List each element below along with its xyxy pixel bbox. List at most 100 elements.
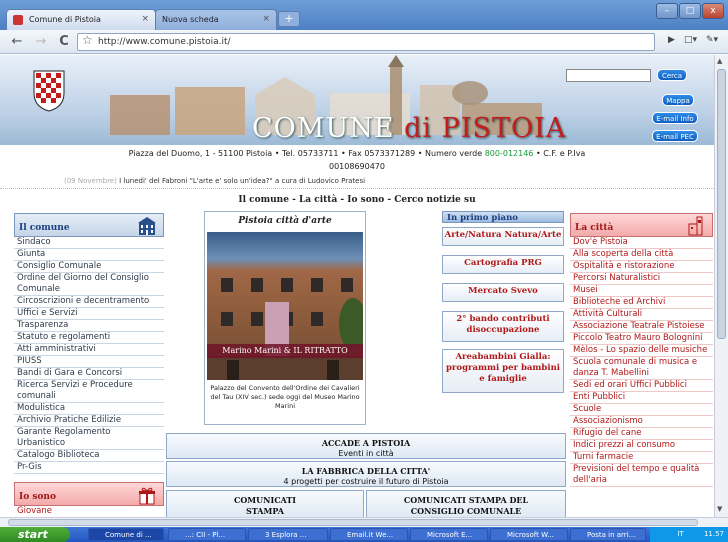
address-text: Piazza del Duomo, 1 - 51100 Pistoia • Te… <box>128 149 485 158</box>
minimize-button[interactable]: – <box>656 3 678 19</box>
bookmark-star-icon[interactable]: ☆ <box>82 33 93 47</box>
search-button[interactable]: Cerca <box>657 69 687 81</box>
sidebar-item-piccolo-teatro[interactable]: Piccolo Teatro Mauro Bolognini <box>570 333 713 345</box>
sidebar-item-archivio-pratiche[interactable]: Archivio Pratiche Edilizie <box>14 415 164 427</box>
numero-verde: 800-012146 <box>484 149 534 158</box>
windows-taskbar: start Comune di ... ...: CII - Pl... 3 E… <box>0 527 728 542</box>
page-options-icon[interactable]: □▾ <box>684 35 697 45</box>
taskbar-item-cii[interactable]: ...: CII - Pl... <box>168 528 246 541</box>
sidebar-item-turni-farmacie[interactable]: Turni farmacie <box>570 452 713 464</box>
primo-piano-header: In primo piano <box>442 211 564 223</box>
close-icon[interactable]: × <box>262 14 270 24</box>
hscroll-thumb[interactable] <box>8 519 698 526</box>
accade-a-pistoia-box[interactable]: ACCADE A PISTOIA Eventi in città <box>166 433 566 459</box>
sidebar-item-scoperta[interactable]: Alla scoperta della città <box>570 249 713 261</box>
feature-box[interactable]: Pistoia città d'arte Marino Marini & IL … <box>204 211 366 425</box>
city-crest-icon <box>33 70 65 112</box>
address-info: Piazza del Duomo, 1 - 51100 Pistoia • Te… <box>0 145 714 175</box>
scroll-up-icon[interactable]: ▲ <box>717 57 726 65</box>
sidebar-item-attivita-culturali[interactable]: Attività Culturali <box>570 309 713 321</box>
pp-mercato-svevo-button[interactable]: Mercato Svevo <box>442 283 564 302</box>
sidebar-item-enti-pubblici[interactable]: Enti Pubblici <box>570 392 713 404</box>
email-info-button[interactable]: E-mail Info <box>652 112 698 124</box>
sidebar-item-sindaco[interactable]: Sindaco <box>14 237 164 249</box>
close-window-button[interactable]: x <box>702 3 724 19</box>
tab-nuova-scheda[interactable]: Nuova scheda × <box>155 9 277 30</box>
email-pec-button[interactable]: E-mail PEC <box>652 130 698 142</box>
site-title-comune: COMUNE <box>252 113 395 144</box>
sidebar-item-pr-gis[interactable]: Pr-Gis <box>14 462 164 474</box>
taskbar-item-comune[interactable]: Comune di ... <box>88 528 164 541</box>
sidebar-item-sedi-orari[interactable]: Sedi ed orari Uffici Pubblici <box>570 380 713 392</box>
fabbrica-subtitle: 4 progetti per costruire il futuro di Pi… <box>283 477 449 486</box>
sidebar-item-musei[interactable]: Musei <box>570 285 713 297</box>
sidebar-item-statuto[interactable]: Statuto e regolamenti <box>14 332 164 344</box>
reload-icon[interactable]: C <box>55 34 73 50</box>
feature-title: Pistoia città d'arte <box>238 216 332 226</box>
sidebar-item-modulistica[interactable]: Modulistica <box>14 403 164 415</box>
sidebar-item-ordine-del-giorno[interactable]: Ordine del Giorno del Consiglio Comunale <box>14 273 164 296</box>
taskbar-item-esplora[interactable]: 3 Esplora ... <box>248 528 328 541</box>
horizontal-scrollbar[interactable] <box>0 517 728 527</box>
museum-photo[interactable]: Marino Marini & IL RITRATTO <box>207 232 363 380</box>
sidebar-item-garante[interactable]: Garante Regolamento Urbanistico <box>14 427 164 450</box>
sidebar-item-melos[interactable]: Mèlos - Lo spazio delle musiche <box>570 345 713 357</box>
sidebar-item-percorsi[interactable]: Percorsi Naturalistici <box>570 273 713 285</box>
vertical-scrollbar[interactable]: ▲ ▼ <box>714 55 728 517</box>
language-indicator[interactable]: IT <box>677 530 683 538</box>
taskbar-item-email[interactable]: Email.it We... <box>330 528 408 541</box>
sidebar-item-scuole[interactable]: Scuole <box>570 404 713 416</box>
mappa-button[interactable]: Mappa <box>662 94 694 106</box>
sidebar-item-associazionismo[interactable]: Associazionismo <box>570 416 713 428</box>
search-input[interactable] <box>566 69 651 82</box>
photo-caption: Palazzo del Convento dell'Ordine dei Cav… <box>210 384 360 410</box>
pp-areabambini-button[interactable]: Areabambini Gialla: programmi per bambin… <box>442 349 564 393</box>
taskbar-item-excel[interactable]: Microsoft E... <box>410 528 488 541</box>
forward-arrow-icon[interactable]: → <box>32 34 50 50</box>
wrench-icon[interactable]: ✎▾ <box>706 35 718 45</box>
start-button[interactable]: start <box>0 527 70 542</box>
sidebar-item-associazione-teatrale[interactable]: Associazione Teatrale Pistoiese <box>570 321 713 333</box>
news-text[interactable]: I lunedi' del Fabroni "L'arte e' solo un… <box>117 177 365 185</box>
sidebar-item-ricerca-servizi[interactable]: Ricerca Servizi e Procedure comunali <box>14 380 164 403</box>
sidebar-item-ospitalita[interactable]: Ospitalità e ristorazione <box>570 261 713 273</box>
sidebar-item-scuola-musica[interactable]: Scuola comunale di musica e danza T. Mab… <box>570 357 713 380</box>
right-column: La città Dov'è Pistoia Alla scoperta del… <box>570 213 713 517</box>
sidebar-item-bandi[interactable]: Bandi di Gara e Concorsi <box>14 368 164 380</box>
sidebar-item-circoscrizioni[interactable]: Circoscrizioni e decentramento <box>14 296 164 308</box>
sidebar-item-dove-pistoia[interactable]: Dov'è Pistoia <box>570 237 713 249</box>
sidebar-item-indici-prezzi[interactable]: Indici prezzi al consumo <box>570 440 713 452</box>
tab-comune-di-pistoia[interactable]: Comune di Pistoia × <box>6 9 156 30</box>
sidebar-item-previsioni[interactable]: Previsioni del tempo e qualità dell'aria <box>570 464 713 487</box>
sidebar-item-consiglio-comunale[interactable]: Consiglio Comunale <box>14 261 164 273</box>
comunicati-stampa-box[interactable]: COMUNICATI STAMPA <box>166 490 364 517</box>
la-citta-links: Dov'è Pistoia Alla scoperta della città … <box>570 237 713 487</box>
page-menu-icon[interactable]: ▶ <box>668 35 675 45</box>
comunicati-consiglio-box[interactable]: COMUNICATI STAMPA DEL CONSIGLIO COMUNALE <box>366 490 566 517</box>
sidebar-item-catalogo[interactable]: Catalogo Biblioteca <box>14 450 164 462</box>
new-tab-button[interactable]: + <box>278 11 300 27</box>
top-menu[interactable]: Il comune - La città - Io sono - Cerco n… <box>0 195 714 209</box>
pp-cartografia-button[interactable]: Cartografia PRG <box>442 255 564 274</box>
sidebar-item-giovane[interactable]: Giovane <box>14 506 164 517</box>
sidebar-item-atti[interactable]: Atti amministrativi <box>14 344 164 356</box>
io-sono-title: Io sono <box>19 492 56 502</box>
sidebar-item-giunta[interactable]: Giunta <box>14 249 164 261</box>
sidebar-item-uffici-servizi[interactable]: Uffici e Servizi <box>14 308 164 320</box>
sidebar-item-rifugio-cane[interactable]: Rifugio del cane <box>570 428 713 440</box>
address-bar[interactable]: http://www.comune.pistoia.it/ <box>77 33 655 51</box>
news-ticker[interactable]: (09 Novembre) I lunedi' del Fabroni "L'a… <box>0 177 714 189</box>
back-arrow-icon[interactable]: ← <box>8 34 26 50</box>
close-icon[interactable]: × <box>141 14 149 24</box>
pp-bando-button[interactable]: 2° bando contributi disoccupazione <box>442 311 564 342</box>
sidebar-item-piuss[interactable]: PIUSS <box>14 356 164 368</box>
sidebar-item-biblioteche[interactable]: Biblioteche ed Archivi <box>570 297 713 309</box>
taskbar-item-word[interactable]: Microsoft W... <box>490 528 568 541</box>
maximize-button[interactable]: □ <box>679 3 701 19</box>
scroll-down-icon[interactable]: ▼ <box>717 505 726 513</box>
pp-arte-natura-button[interactable]: Arte/Natura Natura/Arte <box>442 227 564 246</box>
fabbrica-della-citta-box[interactable]: LA FABBRICA DELLA CITTA' 4 progetti per … <box>166 461 566 487</box>
scrollbar-thumb[interactable] <box>717 69 726 339</box>
sidebar-item-trasparenza[interactable]: Trasparenza <box>14 320 164 332</box>
taskbar-item-posta[interactable]: Posta in arri... <box>570 528 646 541</box>
